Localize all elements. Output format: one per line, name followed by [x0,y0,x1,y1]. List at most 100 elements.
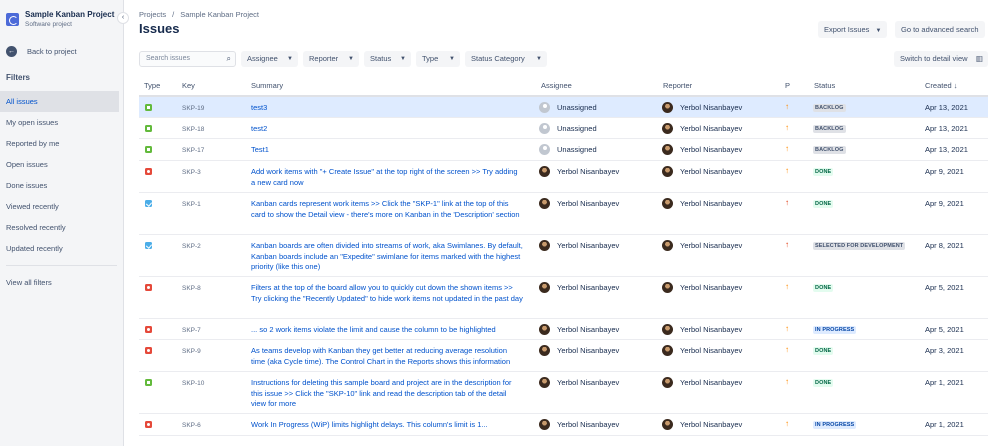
status-badge[interactable]: DONE [813,379,834,387]
issue-key[interactable]: SKP-10 [182,380,204,387]
assignee-filter[interactable]: Assignee ▼ [241,51,298,67]
sidebar-item-resolved-recently[interactable]: Resolved recently [0,217,123,238]
status-badge[interactable]: IN PROGRESS [813,326,857,334]
chevron-left-icon: ‹ [121,14,125,21]
issue-summary[interactable]: Test1 [251,145,523,156]
issue-summary[interactable]: Kanban boards are often divided into str… [251,241,523,273]
issue-assignee[interactable]: Unassigned [539,144,597,155]
issue-assignee[interactable]: Yerbol Nisanbayev [539,324,619,335]
header-created[interactable]: Created ↓ [925,81,958,90]
issue-summary[interactable]: Instructions for deleting this sample bo… [251,378,523,410]
issue-reporter[interactable]: Yerbol Nisanbayev [662,198,742,209]
status-badge[interactable]: DONE [813,200,834,208]
issue-assignee[interactable]: Yerbol Nisanbayev [539,345,619,356]
issue-key[interactable]: SKP-6 [182,422,201,429]
issue-assignee[interactable]: Unassigned [539,102,597,113]
advanced-search-button[interactable]: Go to advanced search [895,21,985,38]
issue-summary[interactable]: Work In Progress (WiP) limits highlight … [251,420,523,431]
header-key[interactable]: Key [182,81,195,90]
issue-assignee[interactable]: Unassigned [539,123,597,134]
header-status[interactable]: Status [814,81,835,90]
issue-key[interactable]: SKP-1 [182,201,201,208]
sidebar-item-updated-recently[interactable]: Updated recently [0,238,123,259]
reporter-name: Yerbol Nisanbayev [680,378,743,387]
table-row[interactable]: SKP-1 Kanban cards represent work items >… [139,193,988,235]
issue-reporter[interactable]: Yerbol Nisanbayev [662,345,742,356]
table-row[interactable]: SKP-8 Filters at the top of the board all… [139,277,988,319]
issue-reporter[interactable]: Yerbol Nisanbayev [662,324,742,335]
issue-summary[interactable]: ... so 2 work items violate the limit an… [251,325,523,336]
issue-summary[interactable]: test2 [251,124,523,135]
switch-detail-view-button[interactable]: Switch to detail view ▥ [894,51,988,67]
issue-reporter[interactable]: Yerbol Nisanbayev [662,282,742,293]
breadcrumb-projects[interactable]: Projects [139,10,166,19]
header-type[interactable]: Type [144,81,160,90]
issue-assignee[interactable]: Yerbol Nisanbayev [539,198,619,209]
status-badge[interactable]: SELECTED FOR DEVELOPMENT [813,242,906,250]
sidebar-item-done-issues[interactable]: Done issues [0,175,123,196]
reporter-filter[interactable]: Reporter ▼ [303,51,359,67]
table-row[interactable]: SKP-9 As teams develop with Kanban they g… [139,340,988,372]
table-row[interactable]: SKP-3 Add work items with "+ Create Issue… [139,161,988,193]
issue-reporter[interactable]: Yerbol Nisanbayev [662,240,742,251]
issue-assignee[interactable]: Yerbol Nisanbayev [539,282,619,293]
issue-key[interactable]: SKP-19 [182,105,204,112]
header-assignee[interactable]: Assignee [541,81,572,90]
header-summary[interactable]: Summary [251,81,283,90]
issue-assignee[interactable]: Yerbol Nisanbayev [539,166,619,177]
issue-reporter[interactable]: Yerbol Nisanbayev [662,419,742,430]
issue-key[interactable]: SKP-18 [182,126,204,133]
issue-summary[interactable]: As teams develop with Kanban they get be… [251,346,523,367]
header-reporter[interactable]: Reporter [663,81,692,90]
issue-key[interactable]: SKP-8 [182,285,201,292]
type-filter[interactable]: Type ▼ [416,51,460,67]
sidebar-item-my-open-issues[interactable]: My open issues [0,112,123,133]
status-category-filter[interactable]: Status Category ▼ [465,51,547,67]
table-row[interactable]: SKP-6 Work In Progress (WiP) limits highl… [139,414,988,436]
issue-assignee[interactable]: Yerbol Nisanbayev [539,419,619,430]
table-row[interactable]: SKP-2 Kanban boards are often divided int… [139,235,988,277]
issue-assignee[interactable]: Yerbol Nisanbayev [539,240,619,251]
header-priority[interactable]: P [785,81,790,90]
status-badge[interactable]: DONE [813,168,834,176]
issue-summary[interactable]: Add work items with "+ Create Issue" at … [251,167,523,188]
issue-summary[interactable]: Filters at the top of the board allow yo… [251,283,523,304]
issue-reporter[interactable]: Yerbol Nisanbayev [662,166,742,177]
issue-reporter[interactable]: Yerbol Nisanbayev [662,102,742,113]
status-badge[interactable]: BACKLOG [813,146,846,154]
issue-key[interactable]: SKP-17 [182,147,204,154]
status-badge[interactable]: IN PROGRESS [813,421,857,429]
issue-summary[interactable]: test3 [251,103,523,114]
sidebar-item-open-issues[interactable]: Open issues [0,154,123,175]
table-row[interactable]: SKP-7 ... so 2 work items violate the lim… [139,319,988,340]
breadcrumb-project[interactable]: Sample Kanban Project [180,10,259,19]
status-filter[interactable]: Status ▼ [364,51,411,67]
issue-reporter[interactable]: Yerbol Nisanbayev [662,123,742,134]
back-to-project-link[interactable]: ← Back to project [6,46,77,57]
table-row[interactable]: SKP-18 test2 Unassigned Yerbol Nisanbayev ↑ B… [139,118,988,139]
issue-key[interactable]: SKP-3 [182,169,201,176]
issue-key[interactable]: SKP-2 [182,243,201,250]
issue-reporter[interactable]: Yerbol Nisanbayev [662,377,742,388]
table-row[interactable]: SKP-19 test3 Unassigned Yerbol Nisanbayev ↑ B… [139,97,988,118]
status-badge[interactable]: DONE [813,347,834,355]
collapse-sidebar-button[interactable]: ‹ [117,12,129,24]
issue-reporter[interactable]: Yerbol Nisanbayev [662,144,742,155]
status-badge[interactable]: DONE [813,284,834,292]
status-badge[interactable]: BACKLOG [813,104,846,112]
sidebar-item-reported-by-me[interactable]: Reported by me [0,133,123,154]
table-row[interactable]: SKP-10 Instructions for deleting this sam… [139,372,988,414]
view-all-filters-link[interactable]: View all filters [0,272,123,293]
export-issues-button[interactable]: Export Issues ▼ [818,21,888,38]
issue-assignee[interactable]: Yerbol Nisanbayev [539,377,619,388]
issue-key[interactable]: SKP-7 [182,327,201,334]
table-row[interactable]: SKP-17 Test1 Unassigned Yerbol Nisanbayev ↑ B… [139,139,988,161]
sidebar-item-all-issues[interactable]: All issues [0,91,119,112]
issue-summary[interactable]: Kanban cards represent work items >> Cli… [251,199,523,220]
sidebar-item-viewed-recently[interactable]: Viewed recently [0,196,123,217]
search-input[interactable]: Search issues ⌕ [139,51,236,67]
status-badge[interactable]: BACKLOG [813,125,846,133]
project-header[interactable]: Sample Kanban Project Software project [6,10,114,29]
issue-key[interactable]: SKP-9 [182,348,201,355]
avatar [539,324,550,335]
